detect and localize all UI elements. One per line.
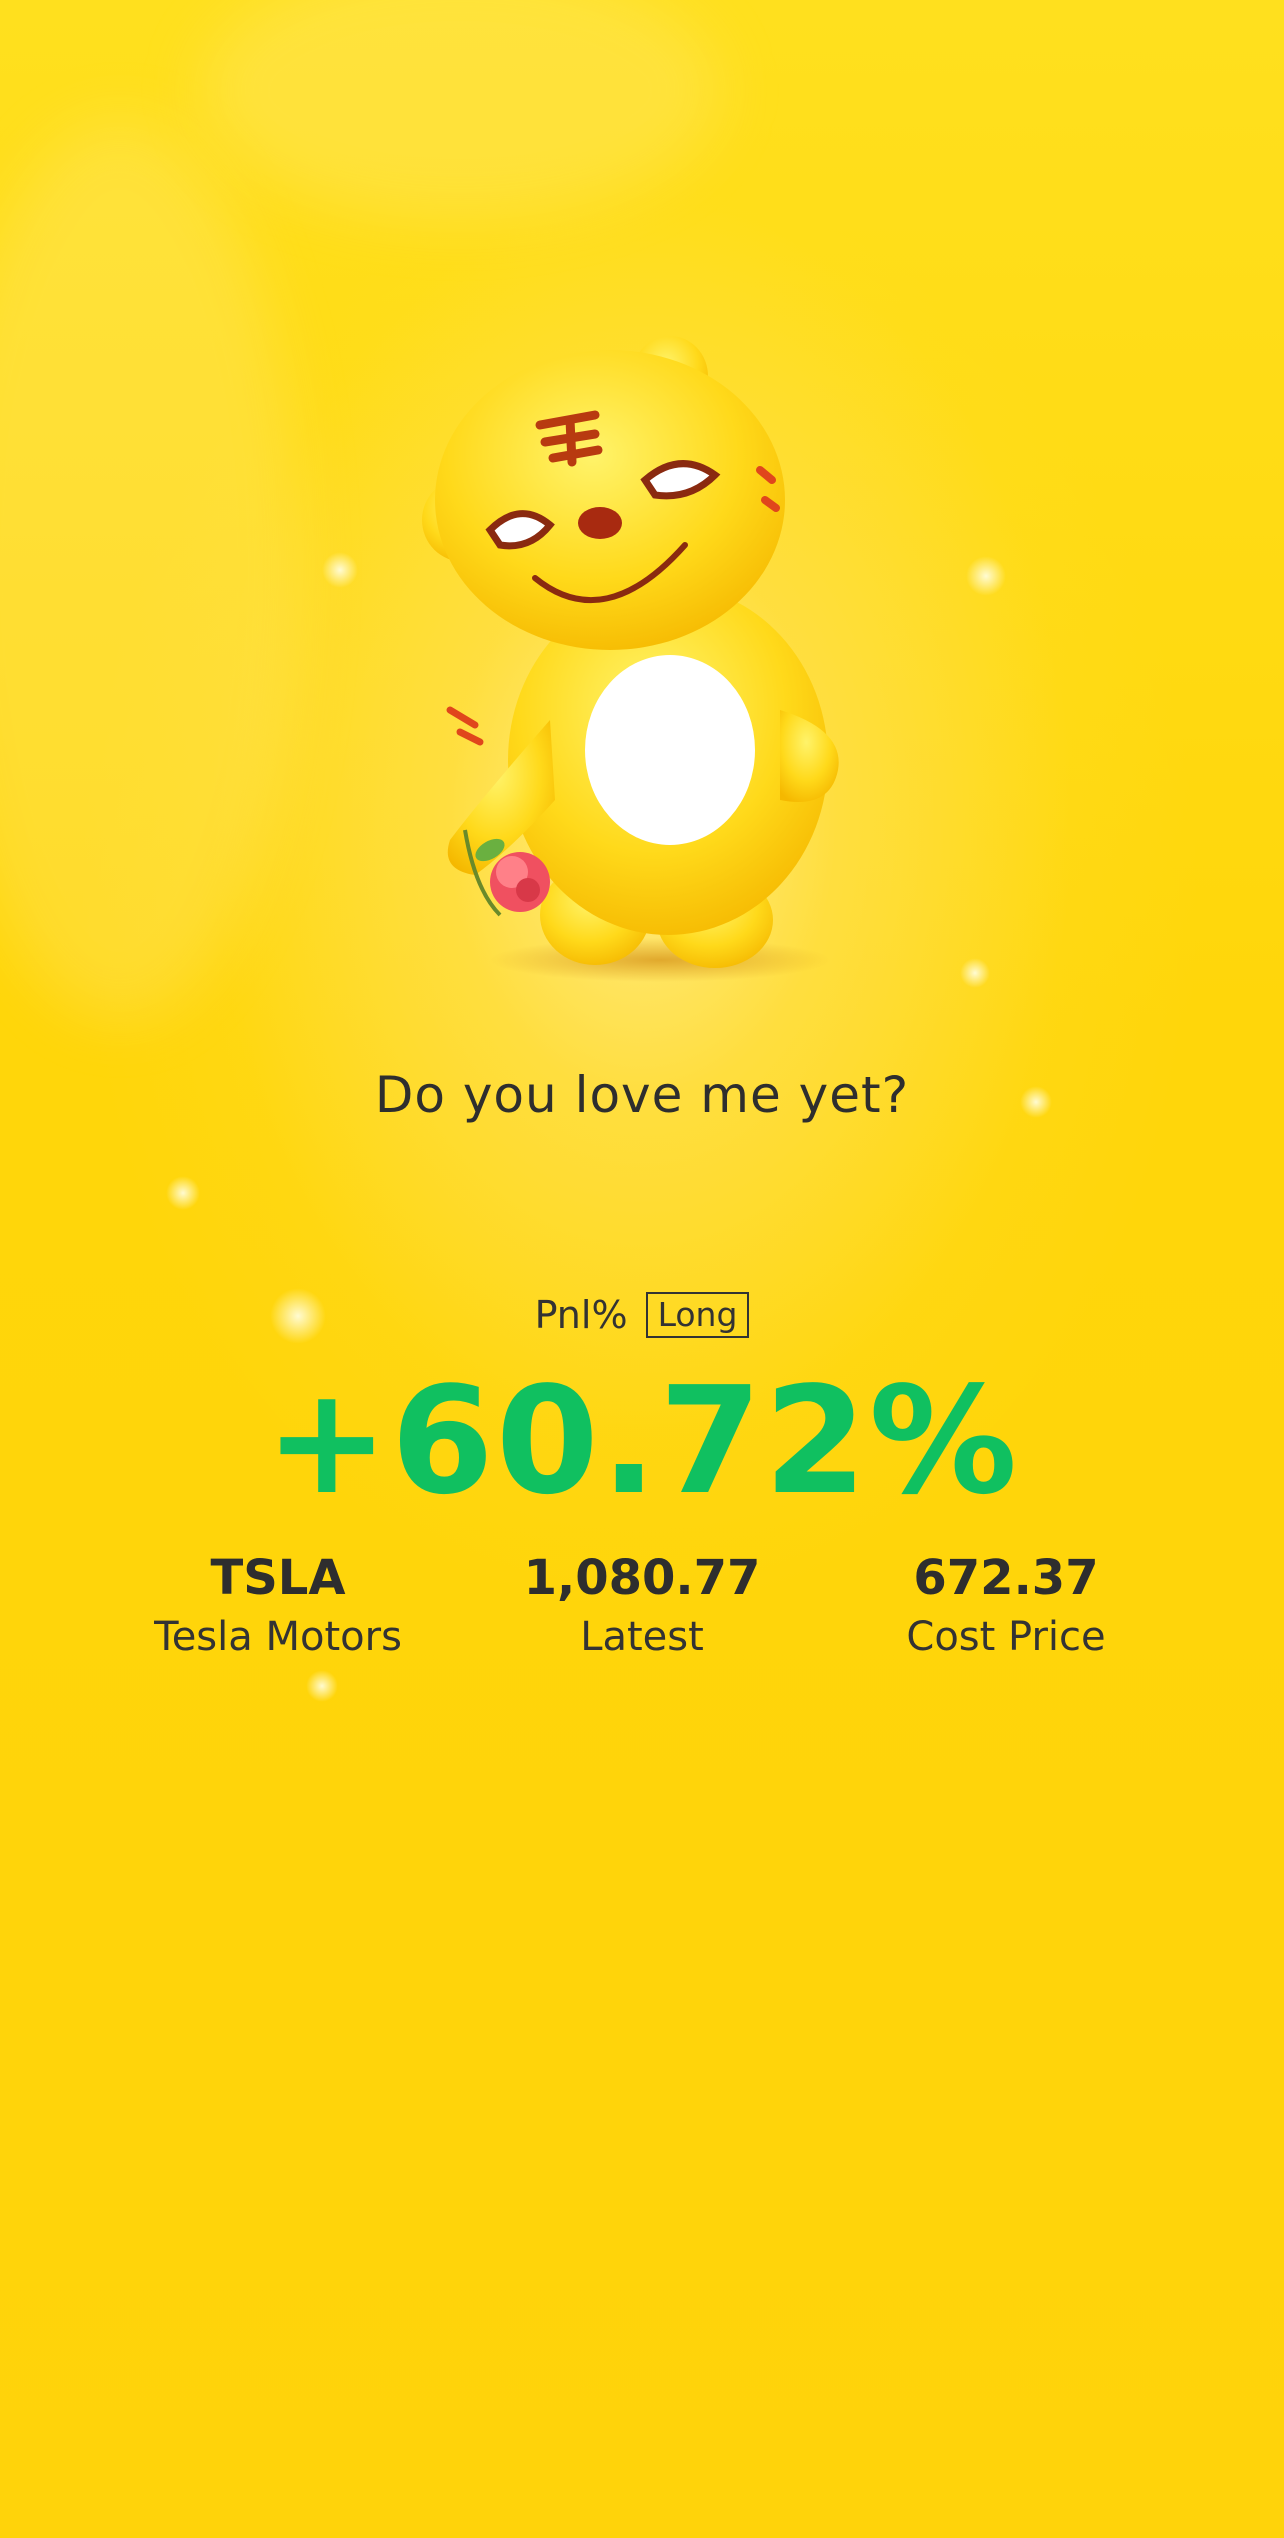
- tiger-mascot-icon: [422, 336, 839, 982]
- pnl-value: +60.72%: [264, 1355, 1020, 1527]
- sparkle: [322, 552, 358, 588]
- latest-price: 1,080.77: [523, 1550, 761, 1606]
- latest-label: Latest: [580, 1614, 704, 1660]
- company-name: Tesla Motors: [154, 1614, 402, 1660]
- ticker-symbol: TSLA: [210, 1550, 346, 1606]
- stat-cost: 672.37 Cost Price: [826, 1548, 1186, 1666]
- pnl-header: Pnl% Long: [0, 1292, 1284, 1338]
- cost-price-label: Cost Price: [906, 1614, 1106, 1660]
- sparkle: [306, 1670, 338, 1702]
- cost-price: 672.37: [913, 1550, 1099, 1606]
- stat-ticker: TSLA Tesla Motors: [98, 1548, 458, 1666]
- pnl-label: Pnl%: [534, 1293, 628, 1337]
- stat-latest: 1,080.77 Latest: [462, 1548, 822, 1666]
- position-badge: Long: [645, 1292, 750, 1338]
- page-title: Do you love me yet?: [374, 1066, 910, 1124]
- sparkle: [966, 556, 1006, 596]
- sparkle: [166, 1176, 200, 1210]
- sparkle: [960, 958, 990, 988]
